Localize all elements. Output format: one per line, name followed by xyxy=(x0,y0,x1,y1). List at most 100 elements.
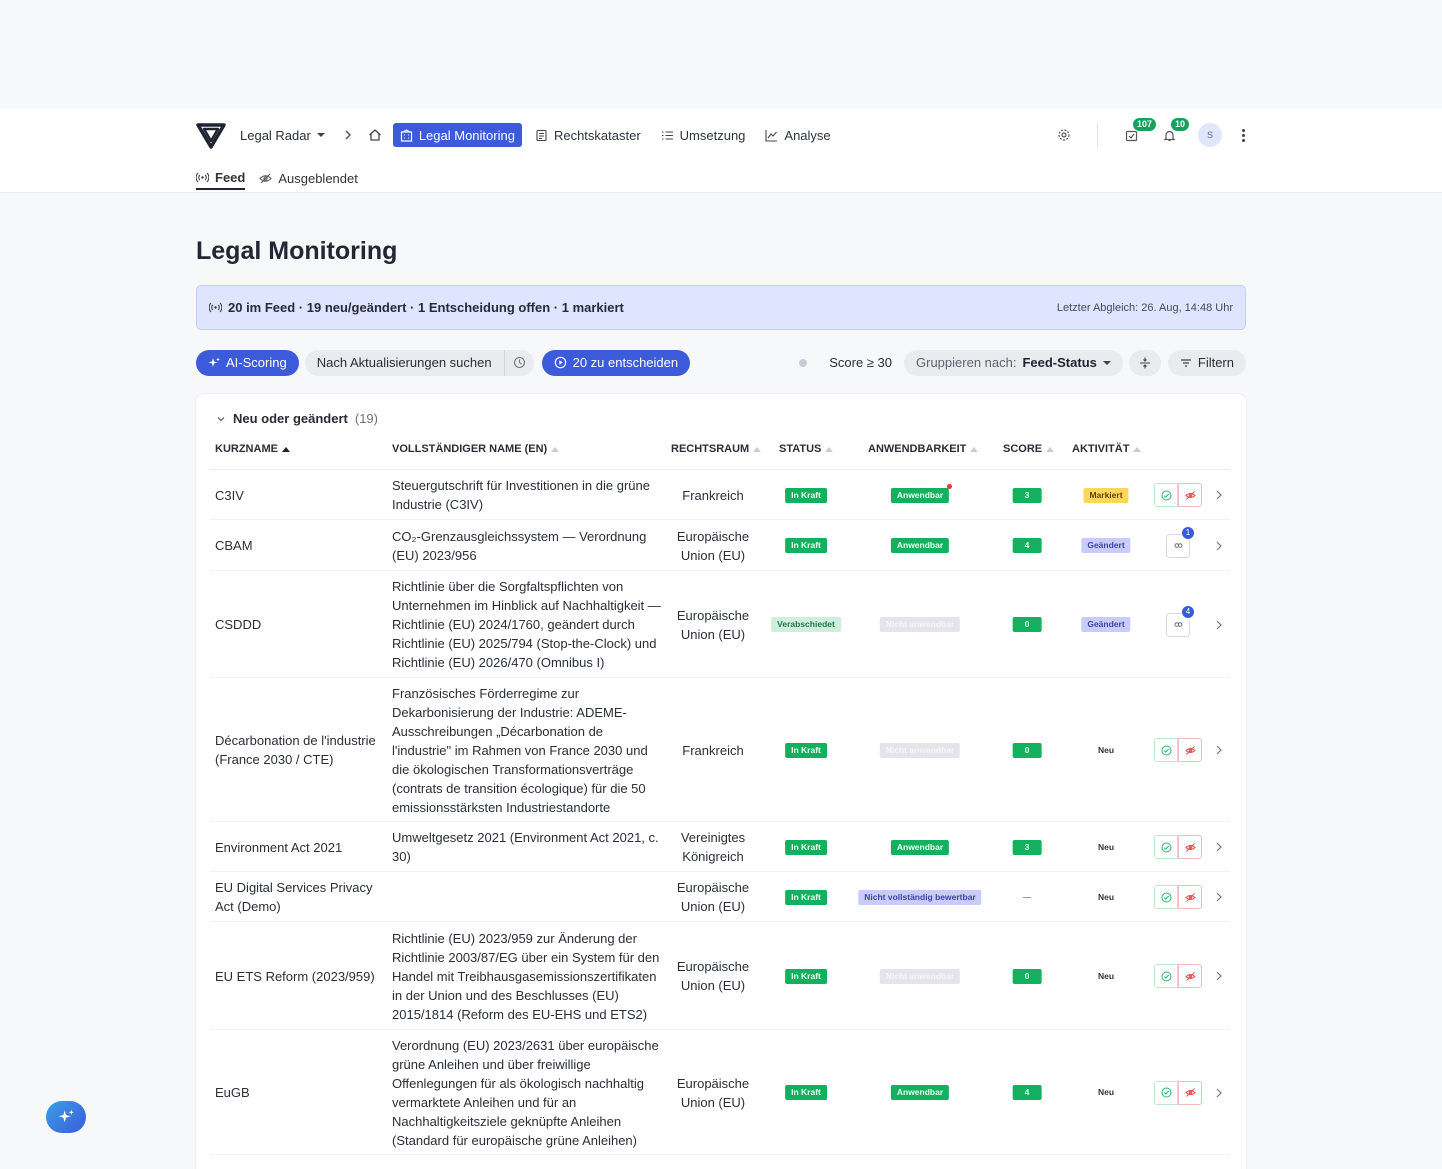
cell-short-name: EU ETS Reform (2023/959) xyxy=(215,968,375,984)
ai-scoring-button[interactable]: AI-Scoring xyxy=(196,349,299,376)
status-badge: In Kraft xyxy=(785,889,827,905)
schedule-button[interactable] xyxy=(503,349,534,376)
table-row[interactable]: C3IV Steuergutschrift für Investitionen i… xyxy=(210,470,1230,520)
avatar[interactable]: S xyxy=(1198,123,1222,147)
col-short[interactable]: KURZNAME xyxy=(215,443,290,455)
table-row[interactable]: EuGB Verordnung (EU) 2023/2631 über europ… xyxy=(210,1030,1230,1155)
activity-badge: Neu xyxy=(1097,891,1115,902)
chevron-right-icon[interactable] xyxy=(1214,490,1224,500)
hide-button[interactable] xyxy=(1178,964,1202,988)
play-circle-icon xyxy=(554,356,566,369)
accept-button[interactable] xyxy=(1154,738,1178,762)
nav-analyse[interactable]: Analyse xyxy=(758,123,837,147)
accept-button[interactable] xyxy=(1154,964,1178,988)
home-icon[interactable] xyxy=(367,127,383,143)
cell-short-name: CBAM xyxy=(215,538,253,553)
sort-icon xyxy=(753,446,762,452)
col-score[interactable]: SCORE xyxy=(1003,443,1055,455)
cell-jurisdiction: Europäische Union (EU) xyxy=(676,880,750,914)
caret-down-icon xyxy=(316,133,325,137)
linked-items-button[interactable]: 1 xyxy=(1166,525,1195,558)
score-filter-label[interactable]: Score ≥ 30 xyxy=(829,355,892,370)
col-full[interactable]: VOLLSTÄNDIGER NAME (EN) xyxy=(392,443,560,455)
chevron-right-icon[interactable] xyxy=(1214,971,1224,981)
col-activity[interactable]: AKTIVITÄT xyxy=(1072,443,1142,455)
accept-button[interactable] xyxy=(1154,483,1178,507)
score-badge: 4 xyxy=(1012,538,1042,553)
brand-switcher[interactable]: Legal Radar xyxy=(240,128,325,143)
eye-off-icon xyxy=(259,173,273,183)
group-header[interactable]: Neu oder geändert (19) xyxy=(216,411,378,426)
table-row[interactable]: EU Digital Services Privacy Act (Demo) Eu… xyxy=(210,872,1230,922)
nav-legal-monitoring[interactable]: Legal Monitoring xyxy=(392,123,522,147)
row-actions xyxy=(1154,1080,1202,1105)
col-status[interactable]: STATUS xyxy=(779,443,834,455)
check-circle-icon xyxy=(1161,971,1171,981)
nav-umsetzung[interactable]: Umsetzung xyxy=(654,123,753,147)
hide-button[interactable] xyxy=(1178,835,1202,859)
chevron-right-icon[interactable] xyxy=(1214,541,1224,551)
table-row[interactable]: EU ETS Reform (2023/959) Richtlinie (EU) … xyxy=(210,922,1230,1030)
tasks-count-badge: 107 xyxy=(1132,117,1158,132)
hide-button[interactable] xyxy=(1178,1080,1202,1105)
tasks-button[interactable]: 107 xyxy=(1120,117,1158,146)
accept-button[interactable] xyxy=(1154,1080,1178,1105)
applicability-badge: Nicht anwendbar xyxy=(879,968,961,984)
eye-off-icon xyxy=(1184,892,1196,902)
unread-dot xyxy=(947,484,952,489)
group-by-value: Feed-Status xyxy=(1022,355,1097,370)
app-logo-icon[interactable] xyxy=(196,120,226,150)
notifications-button[interactable]: 10 xyxy=(1158,117,1191,146)
status-badge: In Kraft xyxy=(785,968,827,984)
linked-items-button[interactable]: 4 xyxy=(1166,604,1195,637)
chevron-right-icon[interactable] xyxy=(1214,1088,1224,1098)
filter-button[interactable]: Filtern xyxy=(1167,349,1246,376)
list-icon xyxy=(661,130,673,140)
group-by-select[interactable]: Gruppieren nach: Feed-Status xyxy=(904,349,1123,376)
score-value: — xyxy=(1022,891,1032,902)
more-menu-icon[interactable] xyxy=(1240,128,1246,142)
cell-short-name: Décarbonation de l'industrie (France 203… xyxy=(215,733,376,767)
col-label: RECHTSRAUM xyxy=(671,443,750,455)
table-row[interactable]: CBAM CO₂-Grenzausgleichssystem — Verordnu… xyxy=(210,520,1230,571)
search-updates-button[interactable]: Nach Aktualisierungen suchen xyxy=(304,349,534,376)
nav-rechtskataster[interactable]: Rechtskataster xyxy=(528,123,648,147)
accept-button[interactable] xyxy=(1154,885,1178,909)
collapse-toggle-button[interactable] xyxy=(1128,349,1161,376)
brand-label: Legal Radar xyxy=(240,127,311,143)
row-actions xyxy=(1154,885,1202,909)
nav-label: Legal Monitoring xyxy=(418,127,515,143)
table-row[interactable]: CSDDD Richtlinie über die Sorgfaltspflich… xyxy=(210,571,1230,678)
accept-button[interactable] xyxy=(1154,835,1178,859)
activity-badge: Markiert xyxy=(1083,487,1129,503)
broadcast-icon xyxy=(196,172,209,182)
cell-full-name: Verordnung (EU) 2023/2631 über europäisc… xyxy=(392,1037,659,1148)
hide-button[interactable] xyxy=(1178,483,1202,507)
applicability-badge: Nicht anwendbar xyxy=(879,617,961,632)
cell-short-name: C3IV xyxy=(215,487,244,503)
eye-off-icon xyxy=(1184,490,1196,500)
table-row[interactable]: Environment Act 2021 Umweltgesetz 2021 (E… xyxy=(210,822,1230,872)
collapse-icon xyxy=(1139,357,1150,368)
score-toggle[interactable] xyxy=(799,358,808,367)
settings-button[interactable] xyxy=(1053,124,1075,146)
col-law[interactable]: RECHTSRAUM xyxy=(671,443,762,455)
ai-assistant-button[interactable] xyxy=(46,1101,86,1133)
hide-button[interactable] xyxy=(1178,738,1202,762)
top-nav: Legal Radar Legal Monitoring Rechtskatas… xyxy=(196,117,1246,150)
to-decide-button[interactable]: 20 zu entscheiden xyxy=(541,349,691,376)
chevron-right-icon[interactable] xyxy=(1214,842,1224,852)
hide-button[interactable] xyxy=(1178,885,1202,909)
top-blank-area xyxy=(0,0,1442,109)
chevron-right-icon[interactable] xyxy=(1214,620,1224,630)
table-row[interactable]: Décarbonation de l'industrie (France 203… xyxy=(210,678,1230,822)
chevron-right-icon[interactable] xyxy=(1214,892,1224,902)
tab-ausgeblendet[interactable]: Ausgeblendet xyxy=(259,166,358,190)
activity-badge: Geändert xyxy=(1081,538,1131,553)
col-applic[interactable]: ANWENDBARKEIT xyxy=(868,443,979,455)
row-actions: 4 xyxy=(1154,604,1195,637)
sort-icon xyxy=(970,446,979,452)
chevron-right-icon[interactable] xyxy=(1214,745,1224,755)
cell-jurisdiction: Europäische Union (EU) xyxy=(676,528,750,563)
tab-feed[interactable]: Feed xyxy=(196,166,246,190)
